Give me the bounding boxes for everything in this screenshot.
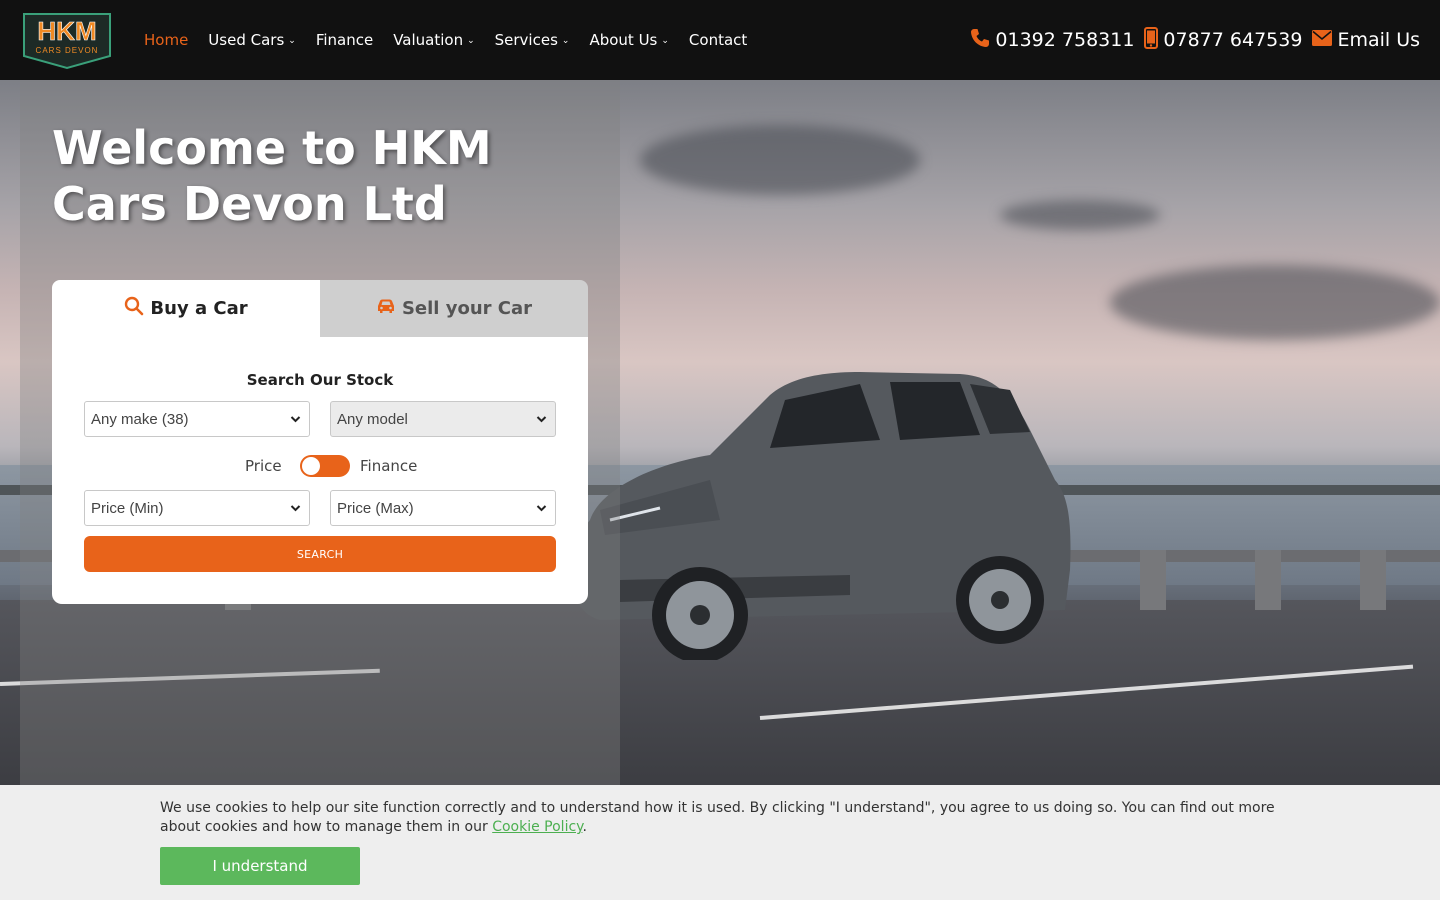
- nav-item-services[interactable]: Services ⌄: [495, 31, 570, 49]
- nav-item-label: Valuation: [393, 31, 464, 49]
- cloud-shape: [1000, 200, 1160, 230]
- hero-title: Welcome to HKM Cars Devon Ltd: [52, 121, 492, 231]
- cloud-shape: [640, 125, 920, 195]
- chevron-down-icon: ⌄: [288, 35, 296, 46]
- price-finance-toggle[interactable]: [300, 455, 350, 477]
- nav-item-contact[interactable]: Contact: [689, 31, 747, 49]
- cookie-message: We use cookies to help our site function…: [160, 799, 1280, 837]
- cookie-text-end: .: [582, 819, 587, 835]
- make-select-value: Any make (38): [91, 410, 189, 428]
- price-min-select[interactable]: Price (Min): [84, 490, 310, 526]
- rail-post: [1360, 550, 1386, 610]
- mobile-link[interactable]: 07877 647539: [1144, 26, 1303, 54]
- suv-car-image: [571, 372, 1071, 660]
- search-icon: [124, 296, 144, 321]
- chevron-down-icon: ⌄: [661, 35, 669, 46]
- envelope-icon: [1312, 29, 1333, 51]
- make-select[interactable]: Any make (38): [84, 401, 310, 437]
- nav-item-finance[interactable]: Finance: [316, 31, 373, 49]
- nav-item-label: Home: [144, 31, 189, 49]
- toggle-knob: [302, 457, 320, 475]
- nav-item-label: Used Cars: [208, 31, 285, 49]
- toggle-label-price: Price: [245, 457, 282, 475]
- search-button[interactable]: SEARCH: [84, 536, 556, 572]
- tab-label: Sell your Car: [401, 298, 533, 319]
- rail-post: [1140, 550, 1166, 610]
- hero-section: Welcome to HKM Cars Devon Ltd Buy a Car …: [0, 80, 1440, 785]
- car-icon: [376, 298, 396, 319]
- price-max-select[interactable]: Price (Max): [330, 490, 556, 526]
- header-contacts: 01392 758311 07877 647539 Email Us: [970, 0, 1420, 80]
- cookie-text: We use cookies to help our site function…: [160, 800, 1275, 835]
- chevron-down-icon: ⌄: [467, 35, 475, 46]
- chevron-down-icon: ⌄: [561, 35, 570, 46]
- mobile-icon: [1144, 26, 1159, 54]
- email-link[interactable]: Email Us: [1312, 29, 1420, 51]
- mobile-number: 07877 647539: [1163, 29, 1303, 51]
- nav-item-label: Finance: [315, 31, 374, 49]
- chevron-down-icon: [536, 501, 547, 519]
- search-form: Search Our Stock Any make (38) Any model…: [52, 337, 588, 604]
- main-nav: Home Used Cars ⌄ Finance Valuation ⌄ Servi…: [144, 0, 747, 80]
- tab-sell-your-car[interactable]: Sell your Car: [320, 280, 588, 337]
- cookie-banner: We use cookies to help our site function…: [0, 785, 1440, 900]
- email-label: Email Us: [1337, 29, 1420, 51]
- search-panel: Buy a Car Sell your Car Search Our Stock…: [52, 280, 588, 604]
- search-title: Search Our Stock: [246, 371, 394, 389]
- cookie-policy-link[interactable]: Cookie Policy: [492, 819, 582, 835]
- chevron-down-icon: [290, 501, 301, 519]
- price-finance-toggle-row: Price Finance: [52, 455, 588, 479]
- cookie-accept-button[interactable]: I understand: [160, 847, 360, 885]
- nav-item-label: About Us: [589, 31, 658, 49]
- nav-item-home[interactable]: Home: [144, 31, 188, 49]
- model-select-value: Any model: [337, 410, 408, 428]
- chevron-down-icon: [536, 412, 547, 430]
- nav-item-about-us[interactable]: About Us ⌄: [589, 31, 668, 49]
- model-select[interactable]: Any model: [330, 401, 556, 437]
- phone-icon: [970, 28, 990, 53]
- price-max-value: Price (Max): [337, 499, 414, 517]
- toggle-label-finance: Finance: [360, 457, 418, 475]
- logo-sub-text: CARS DEVON: [36, 46, 99, 55]
- phone-link[interactable]: 01392 758311: [970, 28, 1134, 53]
- cloud-shape: [1110, 265, 1440, 340]
- price-min-value: Price (Min): [91, 499, 164, 517]
- phone-number: 01392 758311: [995, 29, 1135, 51]
- tab-label: Buy a Car: [150, 298, 248, 319]
- logo-main-text: HKM: [37, 16, 96, 46]
- nav-item-label: Contact: [688, 31, 748, 49]
- nav-item-used-cars[interactable]: Used Cars ⌄: [208, 31, 296, 49]
- site-header: HKM CARS DEVON Home Used Cars ⌄ Finance V…: [0, 0, 1440, 80]
- chevron-down-icon: [290, 412, 301, 430]
- rail-post: [1255, 550, 1281, 610]
- nav-item-valuation[interactable]: Valuation ⌄: [393, 31, 474, 49]
- hkm-logo[interactable]: HKM CARS DEVON: [20, 10, 114, 70]
- nav-item-label: Services: [494, 31, 558, 49]
- tab-buy-a-car[interactable]: Buy a Car: [52, 280, 320, 337]
